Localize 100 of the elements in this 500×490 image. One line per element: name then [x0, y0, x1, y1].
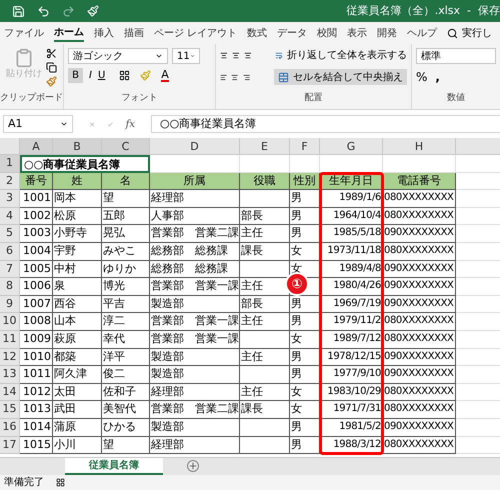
macro-icon[interactable]	[56, 478, 65, 487]
column-header[interactable]: F	[290, 138, 320, 154]
font-size-field[interactable]: 11	[172, 48, 200, 64]
add-sheet-icon[interactable]	[187, 460, 199, 472]
ribbon-tab[interactable]: 表示	[347, 26, 368, 40]
table-cell: 俊二	[102, 366, 150, 384]
ribbon-tab[interactable]: 数式	[247, 26, 268, 40]
row-header[interactable]: 10	[0, 313, 20, 331]
table-cell: 1001	[20, 190, 53, 208]
ribbon-tab[interactable]: 開発	[377, 26, 398, 40]
table-cell: 都築	[53, 348, 102, 366]
name-box[interactable]: A1	[3, 115, 73, 133]
row-header[interactable]: 16	[0, 418, 20, 436]
row-header[interactable]: 2	[0, 172, 20, 190]
table-cell: 090XXXXXXXX	[383, 366, 456, 384]
column-header[interactable]: B	[53, 138, 102, 154]
row-header[interactable]: 9	[0, 296, 20, 314]
search-icon[interactable]	[447, 28, 458, 38]
table-cell: 080XXXXXXXX	[383, 384, 456, 402]
table-cell: 080XXXXXXXX	[383, 190, 456, 208]
save-icon[interactable]	[12, 4, 25, 18]
table-cell: 五郎	[102, 208, 150, 226]
row-header[interactable]: 1	[0, 155, 20, 173]
table-cell: 女	[290, 330, 320, 349]
undo-icon[interactable]	[37, 4, 50, 18]
table-cell: 晃弘	[102, 225, 150, 243]
column-header[interactable]: H	[383, 138, 456, 154]
ribbon-tab[interactable]: データ	[277, 26, 308, 40]
table-cell: 博光	[102, 278, 150, 296]
table-cell: 女	[290, 401, 320, 419]
italic-button[interactable]: I	[89, 68, 92, 83]
formula-field[interactable]: ○○商事従業員名簿	[151, 115, 500, 133]
underline-button[interactable]: U	[98, 68, 106, 83]
function-button[interactable]: fx	[126, 116, 135, 132]
wrap-icon[interactable]	[275, 50, 283, 61]
table-cell	[240, 436, 290, 454]
table-header-cell: 電話番号	[383, 172, 456, 190]
title-cell[interactable]: ○○商事従業員名簿	[20, 155, 150, 173]
ribbon-tab[interactable]: 描画	[124, 26, 144, 40]
scissors-icon[interactable]	[46, 48, 57, 59]
wrap-text-button[interactable]: 折り返して全体を表示する	[287, 48, 407, 63]
align-bottom-icon[interactable]	[244, 50, 252, 61]
table-cell: 蒲原	[53, 418, 102, 436]
border-icon[interactable]	[119, 70, 130, 81]
row-header[interactable]: 14	[0, 384, 20, 402]
table-cell: 営業部 営業一課	[150, 278, 240, 296]
column-header[interactable]: A	[20, 138, 53, 154]
row-header[interactable]: 5	[0, 225, 20, 243]
align-center-icon[interactable]	[232, 50, 240, 61]
column-header[interactable]: G	[320, 138, 383, 154]
table-cell: 1013	[20, 401, 53, 419]
row-header[interactable]: 3	[0, 190, 20, 208]
merge-center-button[interactable]: セルを結合して中央揃え	[274, 69, 407, 85]
table-cell: 美智代	[102, 401, 150, 419]
table-cell: 松原	[53, 208, 102, 226]
column-header[interactable]: E	[240, 138, 290, 154]
comma-button[interactable]: ,	[435, 68, 440, 86]
row-header[interactable]: 8	[0, 278, 20, 296]
bold-button[interactable]: B	[68, 68, 83, 83]
row-header[interactable]: 15	[0, 401, 20, 419]
number-format-field[interactable]: 標準	[416, 48, 496, 64]
row-header[interactable]: 13	[0, 366, 20, 384]
ribbon-tab[interactable]: ページ レイアウト	[154, 26, 238, 40]
row-header[interactable]: 7	[0, 260, 20, 278]
table-cell: 製造部	[150, 366, 240, 384]
ribbon-tab[interactable]: ファイル	[4, 26, 44, 40]
table-cell: 1003	[20, 225, 53, 243]
percent-button[interactable]: %	[416, 68, 428, 86]
table-cell: 1012	[20, 384, 53, 402]
row-header[interactable]: 6	[0, 242, 20, 261]
row-header[interactable]: 12	[0, 348, 20, 366]
table-cell: 主任	[240, 384, 290, 402]
font-name-field[interactable]: 游ゴシック	[68, 48, 168, 64]
table-cell	[240, 330, 290, 349]
table-cell: ひかる	[102, 418, 150, 436]
table-cell: 1977/9/10	[320, 366, 383, 384]
table-cell: 小川	[53, 436, 102, 454]
column-header[interactable]: D	[150, 138, 240, 154]
ribbon-tab[interactable]: 校閲	[317, 26, 338, 40]
ribbon-tab[interactable]: ホーム	[54, 24, 84, 42]
font-color-button[interactable]: A	[161, 69, 169, 82]
row-header[interactable]: 4	[0, 208, 20, 226]
tell-me-field[interactable]: 実行し	[462, 26, 492, 40]
ribbon-tab[interactable]: ヘルプ	[407, 26, 438, 40]
copy-icon[interactable]	[46, 62, 57, 73]
table-cell: 1989/4/8	[320, 260, 383, 278]
status-text: 準備完了	[4, 476, 44, 490]
ribbon-tab[interactable]: 挿入	[94, 26, 114, 40]
column-header[interactable]: C	[102, 138, 150, 154]
table-cell: ゆりか	[102, 260, 150, 278]
sheet-tab[interactable]: 従業員名簿	[65, 458, 163, 475]
fill-color-icon[interactable]	[140, 70, 152, 81]
row-header[interactable]: 11	[0, 330, 20, 349]
align-middle-icon[interactable]	[220, 50, 228, 61]
row-header[interactable]: 17	[0, 436, 20, 454]
table-cell: 1989/7/12	[320, 330, 383, 349]
table-cell: 部長	[240, 208, 290, 226]
table-cell: 1983/10/29	[320, 384, 383, 402]
table-cell: 1006	[20, 278, 53, 296]
table-cell: 1969/7/19	[320, 296, 383, 314]
